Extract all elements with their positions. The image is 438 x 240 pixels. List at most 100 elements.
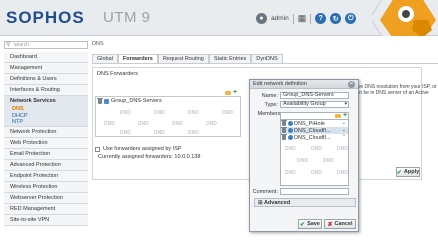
- dnd-watermark: DND: [323, 158, 334, 164]
- comment-field[interactable]: [280, 188, 349, 195]
- sidebar-item-interfaces-routing[interactable]: Interfaces & Routing: [4, 85, 88, 96]
- forwarders-description: olve DNS resolution from your ISP, or ca…: [354, 84, 437, 96]
- members-label: Members:: [257, 111, 282, 117]
- tab-bar: Global Forwarders Request Routing Static…: [92, 54, 283, 63]
- tab-global[interactable]: Global: [92, 54, 118, 63]
- name-field[interactable]: Group_DNS-Servers: [280, 92, 349, 99]
- list-item[interactable]: Group_DNS-Servers: [96, 97, 240, 105]
- trash-icon[interactable]: [281, 120, 287, 126]
- members-toolbar: +: [280, 112, 349, 119]
- product-name: UTM 9: [103, 9, 151, 26]
- dnd-watermark: DND: [138, 121, 149, 127]
- search-input[interactable]: ⚲ search: [4, 41, 88, 49]
- member-name: DNS_PiHole: [294, 120, 325, 127]
- sidebar-item-web-protection[interactable]: Web Protection: [4, 138, 88, 149]
- chevron-down-icon[interactable]: ⌄: [342, 127, 346, 133]
- tab-dyndns[interactable]: DynDNS: [251, 54, 283, 63]
- power-icon[interactable]: ⏻: [345, 13, 357, 24]
- tab-forwarders[interactable]: Forwarders: [117, 54, 158, 63]
- trash-icon[interactable]: [97, 97, 103, 104]
- dnd-watermark: DND: [120, 110, 131, 116]
- advanced-section-toggle[interactable]: ⊞ Advanced: [254, 198, 356, 207]
- comment-label: Comment:: [252, 189, 278, 195]
- dns-host-icon: [287, 135, 293, 140]
- use-isp-forwarders-checkbox[interactable]: [95, 146, 100, 152]
- sidebar-item-webserver-protection[interactable]: Webserver Protection: [4, 193, 88, 204]
- folder-icon[interactable]: [225, 91, 231, 95]
- network-group-icon: [104, 98, 109, 104]
- use-isp-forwarders-row: Use forwarders assigned by ISP: [95, 146, 182, 152]
- sidebar-item-email-protection[interactable]: Email Protection: [4, 149, 88, 160]
- sidebar-item-site-to-site-vpn[interactable]: Site-to-site VPN: [4, 215, 88, 226]
- cancel-button[interactable]: ✘ Cancel: [324, 219, 356, 229]
- dnd-watermark: DND: [206, 121, 217, 127]
- panel-title: DNS Forwarders: [97, 71, 138, 77]
- dnd-watermark: DND: [337, 146, 348, 152]
- forwarder-name: Group_DNS-Servers: [111, 98, 162, 104]
- sidebar-subitem-ntp[interactable]: NTP: [4, 119, 88, 127]
- cancel-button-label: Cancel: [334, 221, 353, 227]
- close-icon[interactable]: ✕: [348, 81, 355, 88]
- dnd-watermark: DND: [188, 130, 199, 136]
- sidebar-item-dashboard[interactable]: Dashboard: [4, 52, 88, 63]
- sidebar-item-wireless-protection[interactable]: Wireless Protection: [4, 182, 88, 193]
- header-divider: [310, 13, 312, 24]
- list-item[interactable]: DNS_Cloudfl... ⌃: [281, 134, 348, 141]
- sidebar-item-network-services[interactable]: Network Services: [4, 96, 88, 106]
- list-item[interactable]: DNS_Cloudfl... ⌄: [281, 127, 348, 134]
- help-icon[interactable]: ?: [315, 13, 327, 24]
- chevron-down-icon: ▾: [344, 101, 347, 107]
- sidebar-item-management[interactable]: Management: [4, 63, 88, 74]
- dnd-watermark: DND: [285, 146, 296, 152]
- brand-decoration: [372, 0, 438, 36]
- add-icon[interactable]: +: [343, 112, 347, 119]
- tab-underline: [92, 63, 438, 64]
- apply-button[interactable]: ✔ Apply: [396, 167, 420, 177]
- sidebar: Dashboard Management Definitions & Users…: [4, 52, 88, 226]
- dnd-watermark: DND: [222, 110, 233, 116]
- dnd-watermark: DND: [188, 110, 199, 116]
- username[interactable]: admin: [271, 15, 289, 22]
- dnd-watermark: DND: [311, 170, 322, 176]
- dnd-watermark: DND: [297, 158, 308, 164]
- sidebar-item-red-management[interactable]: RED Management: [4, 204, 88, 215]
- type-select[interactable]: Availability Group ▾: [280, 101, 349, 108]
- sidebar-item-advanced-protection[interactable]: Advanced Protection: [4, 160, 88, 171]
- reload-icon[interactable]: ↻: [330, 13, 342, 24]
- sidebar-item-network-protection[interactable]: Network Protection: [4, 127, 88, 138]
- dnd-watermark: DND: [120, 130, 131, 136]
- tab-static-entries[interactable]: Static Entries: [208, 54, 252, 63]
- chevron-up-icon[interactable]: ⌃: [342, 134, 346, 140]
- advanced-label: Advanced: [263, 200, 291, 206]
- dnd-watermark: DND: [337, 170, 348, 176]
- trash-icon[interactable]: [281, 127, 287, 133]
- dnd-watermark: DND: [311, 146, 322, 152]
- stats-icon[interactable]: ▦: [298, 13, 307, 24]
- close-icon: ✘: [327, 221, 333, 228]
- add-icon[interactable]: +: [233, 89, 237, 96]
- sidebar-item-endpoint-protection[interactable]: Endpoint Protection: [4, 171, 88, 182]
- trash-icon[interactable]: [281, 134, 287, 140]
- checkmark-icon: ✔: [396, 169, 402, 176]
- dialog-title: Edit network definition: [253, 81, 307, 87]
- dnd-watermark: DND: [104, 121, 115, 127]
- dialog-titlebar[interactable]: Edit network definition ✕: [250, 80, 358, 89]
- chevron-down-icon[interactable]: ⌄: [342, 120, 346, 126]
- sidebar-item-definitions-users[interactable]: Definitions & Users: [4, 74, 88, 85]
- members-list: DNS_PiHole ⌄ DNS_Cloudfl... ⌄ DNS_Cloudf…: [280, 119, 349, 186]
- sophos-logo: SOPHOS: [6, 8, 85, 27]
- dns-host-icon: [287, 128, 293, 133]
- apply-button-label: Apply: [403, 169, 420, 175]
- brand-hexagon-graphic: [372, 0, 436, 36]
- forwarders-list: Group_DNS-Servers DND DND DND DND DND DN…: [95, 96, 241, 137]
- assigned-forwarders-text: Currently assigned forwarders: 10.0.0.13…: [98, 154, 201, 160]
- tab-request-routing[interactable]: Request Routing: [157, 54, 209, 63]
- header-divider: [292, 13, 294, 24]
- edit-network-definition-dialog: Edit network definition ✕ Name: Group_DN…: [249, 79, 359, 232]
- save-button[interactable]: ✔ Save: [298, 219, 322, 229]
- type-select-value: Availability Group: [283, 101, 326, 107]
- list-item[interactable]: DNS_PiHole ⌄: [281, 120, 348, 127]
- member-name: DNS_Cloudfl...: [294, 127, 331, 134]
- dnd-watermark: DND: [285, 170, 296, 176]
- folder-icon[interactable]: [335, 114, 341, 118]
